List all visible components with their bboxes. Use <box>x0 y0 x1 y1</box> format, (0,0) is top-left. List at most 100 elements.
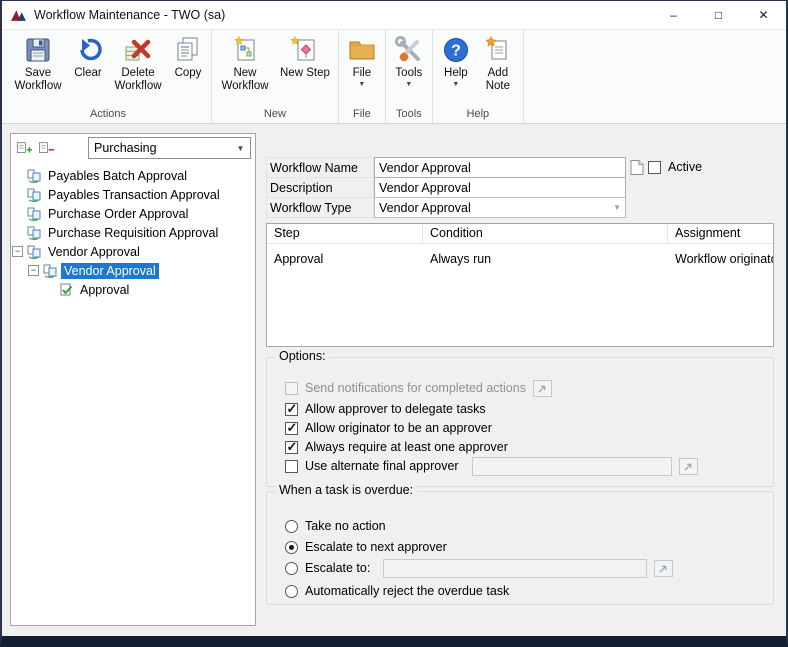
escalate-to-radio[interactable] <box>285 562 298 575</box>
option-require-one-approver: Always require at least one approver <box>285 437 765 457</box>
alternate-approver-input <box>472 457 672 476</box>
window-title: Workflow Maintenance - TWO (sa) <box>34 8 225 22</box>
close-button[interactable]: ✕ <box>741 1 786 30</box>
options-groupbox: Options: Send notifications for complete… <box>266 357 774 487</box>
tree-item-purchase-order-approval[interactable]: Purchase Order Approval <box>12 204 254 223</box>
help-dropdown-arrow-icon: ▼ <box>452 81 459 88</box>
file-dropdown-arrow-icon: ▼ <box>358 81 365 88</box>
tree-item-vendor-approval-type[interactable]: − Vendor Approval <box>12 242 254 261</box>
new-workflow-button[interactable]: New Workflow <box>215 32 275 94</box>
workflow-type-label: Workflow Type <box>266 197 374 218</box>
send-notifications-label: Send notifications for completed actions <box>305 381 526 395</box>
column-header-step: Step <box>267 224 423 243</box>
send-notifications-checkbox <box>285 382 298 395</box>
new-step-icon <box>290 35 320 65</box>
take-no-action-radio[interactable] <box>285 520 298 533</box>
require-one-approver-label: Always require at least one approver <box>305 440 508 454</box>
collapse-expander-icon[interactable]: − <box>12 246 23 257</box>
titlebar: Workflow Maintenance - TWO (sa) – □ ✕ <box>2 1 786 30</box>
description-input[interactable] <box>374 177 626 198</box>
column-header-assignment: Assignment <box>668 224 773 243</box>
save-workflow-button[interactable]: Save Workflow <box>8 32 68 94</box>
file-menu-button[interactable]: File ▼ <box>342 32 382 89</box>
escalate-next-label: Escalate to next approver <box>305 540 447 554</box>
toolbar: Save Workflow Clear Delete Workflow <box>2 30 786 124</box>
auto-reject-radio[interactable] <box>285 585 298 598</box>
active-checkbox[interactable] <box>648 161 661 174</box>
workflow-tree-panel: Purchasing ▼ Payables Batch Approval Pay… <box>10 133 256 626</box>
minimize-button[interactable]: – <box>651 1 696 30</box>
require-one-approver-checkbox[interactable] <box>285 441 298 454</box>
escalate-to-label: Escalate to: <box>305 561 370 575</box>
copy-button[interactable]: Copy <box>168 32 208 81</box>
tree-item-label: Purchase Order Approval <box>45 206 191 222</box>
option-alternate-final-approver: Use alternate final approver <box>285 456 765 476</box>
allow-delegate-checkbox[interactable] <box>285 403 298 416</box>
overdue-escalate-to: Escalate to: <box>285 558 765 578</box>
alternate-approver-expansion-button <box>679 458 698 475</box>
tree-item-label: Purchase Requisition Approval <box>45 225 221 241</box>
tree-item-label: Approval <box>77 282 132 298</box>
toolbar-group-help: ? Help ▼ Add Note Help <box>433 30 524 123</box>
group-label-file: File <box>342 108 382 123</box>
take-no-action-label: Take no action <box>305 519 386 533</box>
originator-approver-checkbox[interactable] <box>285 422 298 435</box>
alternate-approver-checkbox[interactable] <box>285 460 298 473</box>
tools-menu-button[interactable]: Tools ▼ <box>389 32 429 89</box>
toolbar-group-new: New Workflow New Step New <box>212 30 339 123</box>
clear-undo-icon <box>73 35 103 65</box>
note-button[interactable] <box>628 157 646 178</box>
cell-assignment: Workflow originator'... <box>668 252 773 266</box>
workflow-type-value: Vendor Approval <box>379 201 471 215</box>
active-checkbox-wrap: Active <box>648 160 702 174</box>
auto-reject-label: Automatically reject the overdue task <box>305 584 509 598</box>
workflow-type-dropdown-arrow-icon: ▼ <box>613 203 621 212</box>
collapse-all-button[interactable] <box>36 138 56 157</box>
tree-item-purchase-requisition-approval[interactable]: Purchase Requisition Approval <box>12 223 254 242</box>
steps-table: Step Condition Assignment Approval Alway… <box>266 223 774 347</box>
collapse-expander-icon[interactable]: − <box>28 265 39 276</box>
save-workflow-label: Save Workflow <box>13 67 63 93</box>
workflow-category-select[interactable]: Purchasing ▼ <box>88 137 251 159</box>
expand-all-icon <box>16 140 33 156</box>
tree-item-payables-transaction-approval[interactable]: Payables Transaction Approval <box>12 185 254 204</box>
table-row[interactable]: Approval Always run Workflow originator'… <box>267 244 773 266</box>
workflow-name-input[interactable] <box>374 157 626 178</box>
steps-table-header: Step Condition Assignment <box>267 224 773 244</box>
save-icon <box>23 35 53 65</box>
new-workflow-label: New Workflow <box>220 67 270 93</box>
clear-button[interactable]: Clear <box>68 32 108 81</box>
maximize-button[interactable]: □ <box>696 1 741 30</box>
overdue-legend: When a task is overdue: <box>275 483 417 497</box>
tree-item-vendor-approval-workflow[interactable]: − Vendor Approval <box>12 261 254 280</box>
originator-approver-label: Allow originator to be an approver <box>305 421 492 435</box>
collapse-all-icon <box>38 140 55 156</box>
workflow-type-select: Vendor Approval ▼ <box>374 197 626 218</box>
help-icon: ? <box>441 35 471 65</box>
escalate-next-radio[interactable] <box>285 541 298 554</box>
copy-label: Copy <box>175 67 202 80</box>
notifications-expansion-button <box>533 380 552 397</box>
tools-dropdown-arrow-icon: ▼ <box>405 81 412 88</box>
file-label: File <box>353 67 372 80</box>
tree-item-payables-batch-approval[interactable]: Payables Batch Approval <box>12 166 254 185</box>
group-label-actions: Actions <box>8 108 208 123</box>
help-label: Help <box>444 67 468 80</box>
tree-item-approval-step[interactable]: Approval <box>12 280 254 299</box>
description-label: Description <box>266 177 374 198</box>
new-workflow-icon <box>230 35 260 65</box>
delete-workflow-button[interactable]: Delete Workflow <box>108 32 168 94</box>
toolbar-group-actions: Save Workflow Clear Delete Workflow <box>5 30 212 123</box>
clear-label: Clear <box>74 67 101 80</box>
expansion-arrow-icon <box>658 563 669 574</box>
help-menu-button[interactable]: ? Help ▼ <box>436 32 476 89</box>
app-icon <box>10 7 27 24</box>
new-step-button[interactable]: New Step <box>275 32 335 81</box>
escalate-to-input <box>383 559 647 578</box>
add-note-button[interactable]: Add Note <box>476 32 520 94</box>
expand-all-button[interactable] <box>14 138 34 157</box>
option-originator-approver: Allow originator to be an approver <box>285 418 765 438</box>
option-send-notifications: Send notifications for completed actions <box>285 378 765 398</box>
expansion-arrow-icon <box>537 383 548 394</box>
column-header-condition: Condition <box>423 224 668 243</box>
